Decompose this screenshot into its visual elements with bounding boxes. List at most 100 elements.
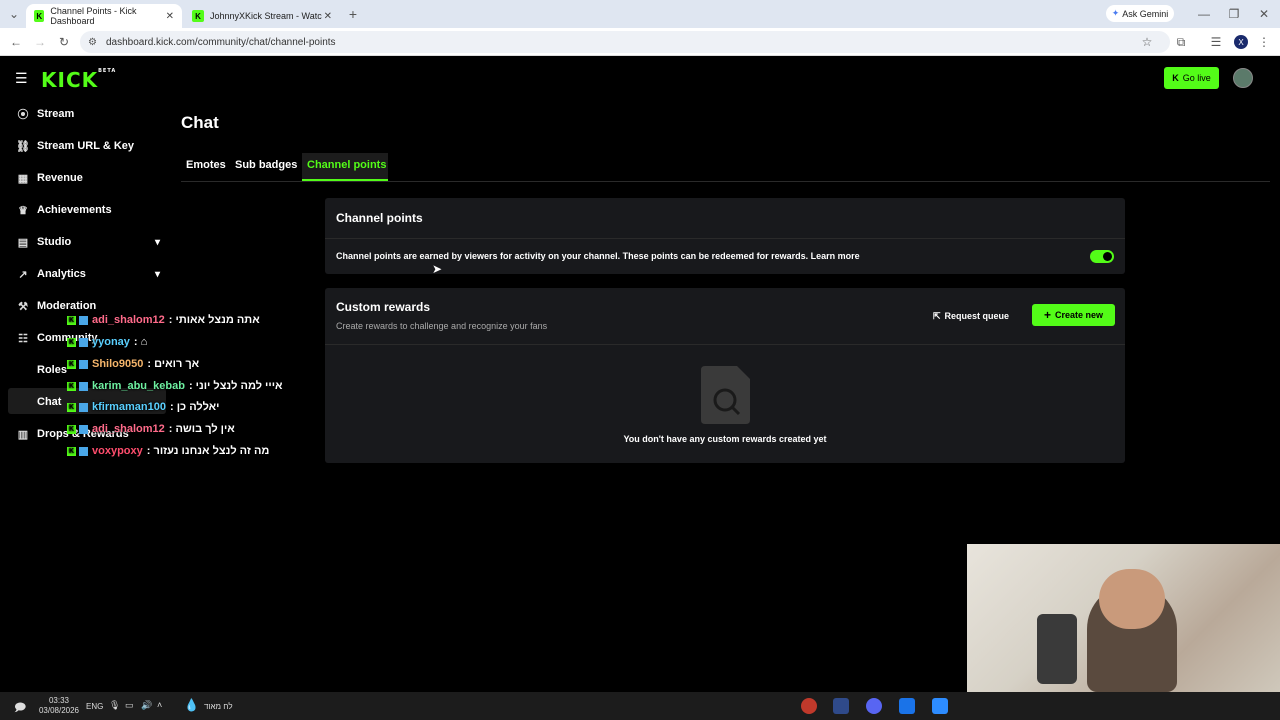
plus-icon: + — [1043, 308, 1051, 322]
chat-message: Kadi_shalom12: אין לך בושה — [67, 423, 235, 435]
extensions-icon[interactable]: ⧉ — [1173, 34, 1189, 50]
site-info-icon[interactable]: ⚙ — [88, 37, 97, 48]
microphone-icon[interactable]: 🎙 — [109, 700, 120, 711]
streamer-face — [1099, 569, 1165, 629]
language-indicator[interactable]: ENG — [86, 702, 103, 711]
weather-text[interactable]: לח מאוד — [204, 702, 233, 711]
logo-text: KICK — [41, 68, 99, 92]
kick-logo[interactable]: KICKBETA — [41, 68, 116, 92]
custom-rewards-card: Custom rewards Create rewards to challen… — [325, 288, 1125, 463]
channel-points-description: Channel points are earned by viewers for… — [336, 251, 860, 261]
chat-message: Kadi_shalom12: אתה מנצל אאותי — [67, 314, 260, 326]
sidebar-item-analytics[interactable]: ↗ Analytics ▾ — [16, 262, 160, 286]
obs-app-icon[interactable] — [801, 698, 817, 714]
ask-gemini-button[interactable]: ✦ Ask Gemini — [1106, 5, 1174, 22]
channel-points-toggle[interactable] — [1090, 250, 1114, 263]
studio-icon: ▤ — [17, 236, 29, 249]
tab-emotes[interactable]: Emotes — [186, 159, 226, 171]
new-tab-button[interactable]: + — [345, 6, 361, 22]
chat-message: Kyyonay: ⌂ — [67, 336, 147, 348]
store-app-icon[interactable] — [932, 698, 948, 714]
ask-gemini-label: Ask Gemini — [1122, 8, 1169, 19]
close-tab-icon[interactable]: ✕ — [166, 11, 174, 22]
gemini-icon: ✦ — [1111, 8, 1120, 18]
chat-message: K Shilo9050: אך רואים — [67, 358, 199, 370]
learn-more-link[interactable]: Learn more — [811, 251, 860, 261]
community-icon: ☷ — [18, 332, 28, 345]
close-window-icon[interactable]: ✕ — [1256, 6, 1272, 22]
trophy-icon: ♛ — [18, 204, 28, 217]
mail-app-icon[interactable] — [899, 698, 915, 714]
chat-username: kfirmaman100 — [92, 401, 166, 413]
weather-icon: 💧 — [184, 698, 199, 712]
kick-badge-icon: K — [67, 337, 76, 347]
clock-date: 03/08/2026 — [38, 706, 80, 715]
link-icon: ⛓ — [16, 140, 30, 153]
sub-badge-icon — [79, 424, 88, 434]
external-link-icon: ⇱ — [933, 310, 941, 321]
sidebar-item-studio[interactable]: ▤ Studio ▾ — [16, 230, 160, 254]
browser-tab[interactable]: K JohnnyXKick Stream - Watch Li... ✕ — [184, 4, 340, 28]
go-live-button[interactable]: K Go live — [1164, 67, 1219, 89]
sub-badge-icon — [79, 359, 88, 369]
kick-badge-icon: K — [67, 446, 76, 456]
chat-message-text: : אייי למה לנצל יוני — [188, 380, 283, 392]
divider — [325, 344, 1125, 345]
sidebar-item-label: Stream URL & Key — [37, 140, 134, 152]
network-icon[interactable]: ▭ — [125, 700, 134, 711]
close-tab-icon[interactable]: ✕ — [324, 11, 332, 22]
sidebar-subitem-chat[interactable]: Chat — [37, 396, 61, 408]
mouse-cursor-icon: ➤ — [432, 262, 443, 276]
sub-badge-icon — [79, 337, 88, 347]
chat-username: adi_shalom12 — [92, 314, 165, 326]
sidebar-item-label: Studio — [37, 236, 72, 248]
tab-title: Channel Points - Kick Dashboard — [50, 6, 137, 26]
media-control-icon[interactable]: ☰ — [1208, 34, 1224, 50]
profile-avatar[interactable]: X — [1234, 35, 1248, 49]
chat-message-text: : מה זה לנצל אנחנו נעזור — [146, 445, 270, 457]
sidebar-item-label: Achievements — [37, 204, 112, 216]
back-icon[interactable]: ← — [8, 34, 24, 50]
chevron-up-icon[interactable]: ˄ — [157, 700, 162, 710]
browser-app-icon[interactable] — [833, 698, 849, 714]
browser-menu-icon[interactable]: ⋮ — [1258, 34, 1270, 50]
forward-icon[interactable]: → — [32, 34, 48, 50]
browser-tab-bar: ⌄ K Channel Points - Kick Dashboard ✕ K … — [0, 0, 1280, 28]
go-live-label: Go live — [1182, 73, 1211, 83]
analytics-icon: ↗ — [18, 268, 28, 281]
url-field[interactable]: ⚙ dashboard.kick.com/community/chat/chan… — [80, 31, 1170, 53]
tab-search-icon[interactable]: ⌄ — [6, 6, 22, 22]
clock[interactable]: 03:33 03/08/2026 — [36, 696, 82, 716]
custom-rewards-subtitle: Create rewards to challenge and recogniz… — [336, 321, 548, 331]
create-new-button[interactable]: + Create new — [1032, 304, 1115, 326]
sidebar-item-achievements[interactable]: ♛ Achievements — [16, 198, 160, 222]
volume-icon[interactable]: 🔊 — [141, 700, 152, 711]
bookmark-star-icon[interactable]: ☆ — [1139, 34, 1155, 50]
hamburger-menu-icon[interactable]: ☰ — [15, 70, 28, 87]
sidebar-item-label: Revenue — [37, 172, 83, 184]
sidebar-item-revenue[interactable]: ▦ Revenue — [16, 166, 160, 190]
channel-points-title: Channel points — [336, 211, 423, 225]
sidebar-item-stream-url-key[interactable]: ⛓ Stream URL & Key — [16, 134, 160, 158]
user-avatar[interactable] — [1233, 68, 1253, 88]
discord-app-icon[interactable] — [866, 698, 882, 714]
tab-sub-badges[interactable]: Sub badges — [235, 159, 297, 171]
browser-tab-active[interactable]: K Channel Points - Kick Dashboard ✕ — [26, 4, 182, 28]
chat-message-text: : אין לך בושה — [168, 423, 235, 435]
create-new-label: Create new — [1054, 310, 1104, 320]
minimize-icon[interactable]: — — [1196, 6, 1212, 22]
tab-title: JohnnyXKick Stream - Watch Li... — [210, 11, 322, 21]
notification-icon[interactable]: 🗩 — [14, 699, 26, 718]
maximize-icon[interactable]: ❐ — [1226, 6, 1242, 22]
tab-channel-points[interactable]: Channel points — [307, 159, 386, 171]
beta-badge: BETA — [98, 68, 117, 74]
sub-badge-icon — [79, 381, 88, 391]
address-bar: ← → ↻ ⚙ dashboard.kick.com/community/cha… — [0, 28, 1280, 56]
sidebar-subitem-roles[interactable]: Roles — [37, 364, 67, 376]
empty-state-search-icon — [701, 366, 750, 424]
reload-icon[interactable]: ↻ — [56, 34, 72, 50]
chat-message-text: : אתה מנצל אאותי — [168, 314, 260, 326]
sidebar-item-stream[interactable]: ⦿ Stream — [16, 102, 160, 126]
kick-badge-icon: K — [67, 424, 76, 434]
request-queue-button[interactable]: ⇱ Request queue — [933, 305, 1009, 327]
